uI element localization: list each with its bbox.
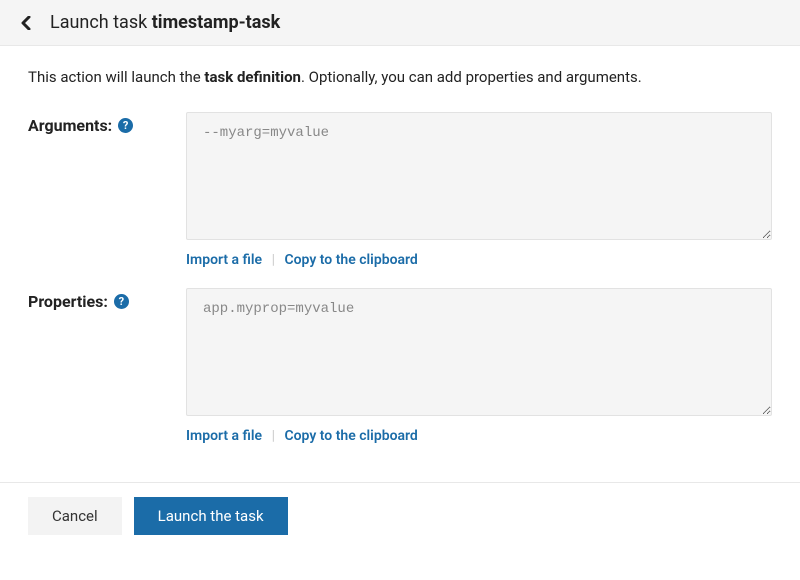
arguments-import-link[interactable]: Import a file — [186, 252, 262, 268]
intro-text: This action will launch the task definit… — [28, 68, 772, 86]
page-header: Launch task timestamp-task — [0, 0, 800, 46]
help-icon[interactable]: ? — [114, 294, 129, 309]
arguments-label: Arguments: — [28, 116, 112, 135]
properties-actions: Import a file | Copy to the clipboard — [186, 428, 772, 444]
help-icon[interactable]: ? — [118, 118, 133, 133]
task-name: timestamp-task — [152, 12, 281, 33]
back-icon[interactable] — [20, 16, 32, 30]
arguments-input[interactable] — [186, 112, 772, 240]
intro-part2: . Optionally, you can add properties and… — [301, 68, 642, 86]
properties-input[interactable] — [186, 288, 772, 416]
cancel-button[interactable]: Cancel — [28, 497, 122, 535]
footer-actions: Cancel Launch the task — [0, 482, 800, 549]
properties-copy-link[interactable]: Copy to the clipboard — [284, 428, 417, 444]
separator: | — [272, 428, 275, 444]
arguments-row: Arguments: ? Import a file | Copy to the… — [28, 112, 772, 268]
arguments-label-col: Arguments: ? — [28, 112, 186, 135]
title-prefix: Launch task — [50, 12, 152, 33]
content-area: This action will launch the task definit… — [0, 46, 800, 482]
arguments-input-col: Import a file | Copy to the clipboard — [186, 112, 772, 268]
properties-import-link[interactable]: Import a file — [186, 428, 262, 444]
page-title: Launch task timestamp-task — [50, 12, 280, 33]
properties-label-col: Properties: ? — [28, 288, 186, 311]
intro-part1: This action will launch the — [28, 68, 204, 86]
separator: | — [272, 252, 275, 268]
intro-bold: task definition — [204, 68, 301, 86]
properties-label: Properties: — [28, 292, 108, 311]
properties-input-col: Import a file | Copy to the clipboard — [186, 288, 772, 444]
properties-row: Properties: ? Import a file | Copy to th… — [28, 288, 772, 444]
arguments-copy-link[interactable]: Copy to the clipboard — [284, 252, 417, 268]
arguments-actions: Import a file | Copy to the clipboard — [186, 252, 772, 268]
launch-button[interactable]: Launch the task — [134, 497, 288, 535]
